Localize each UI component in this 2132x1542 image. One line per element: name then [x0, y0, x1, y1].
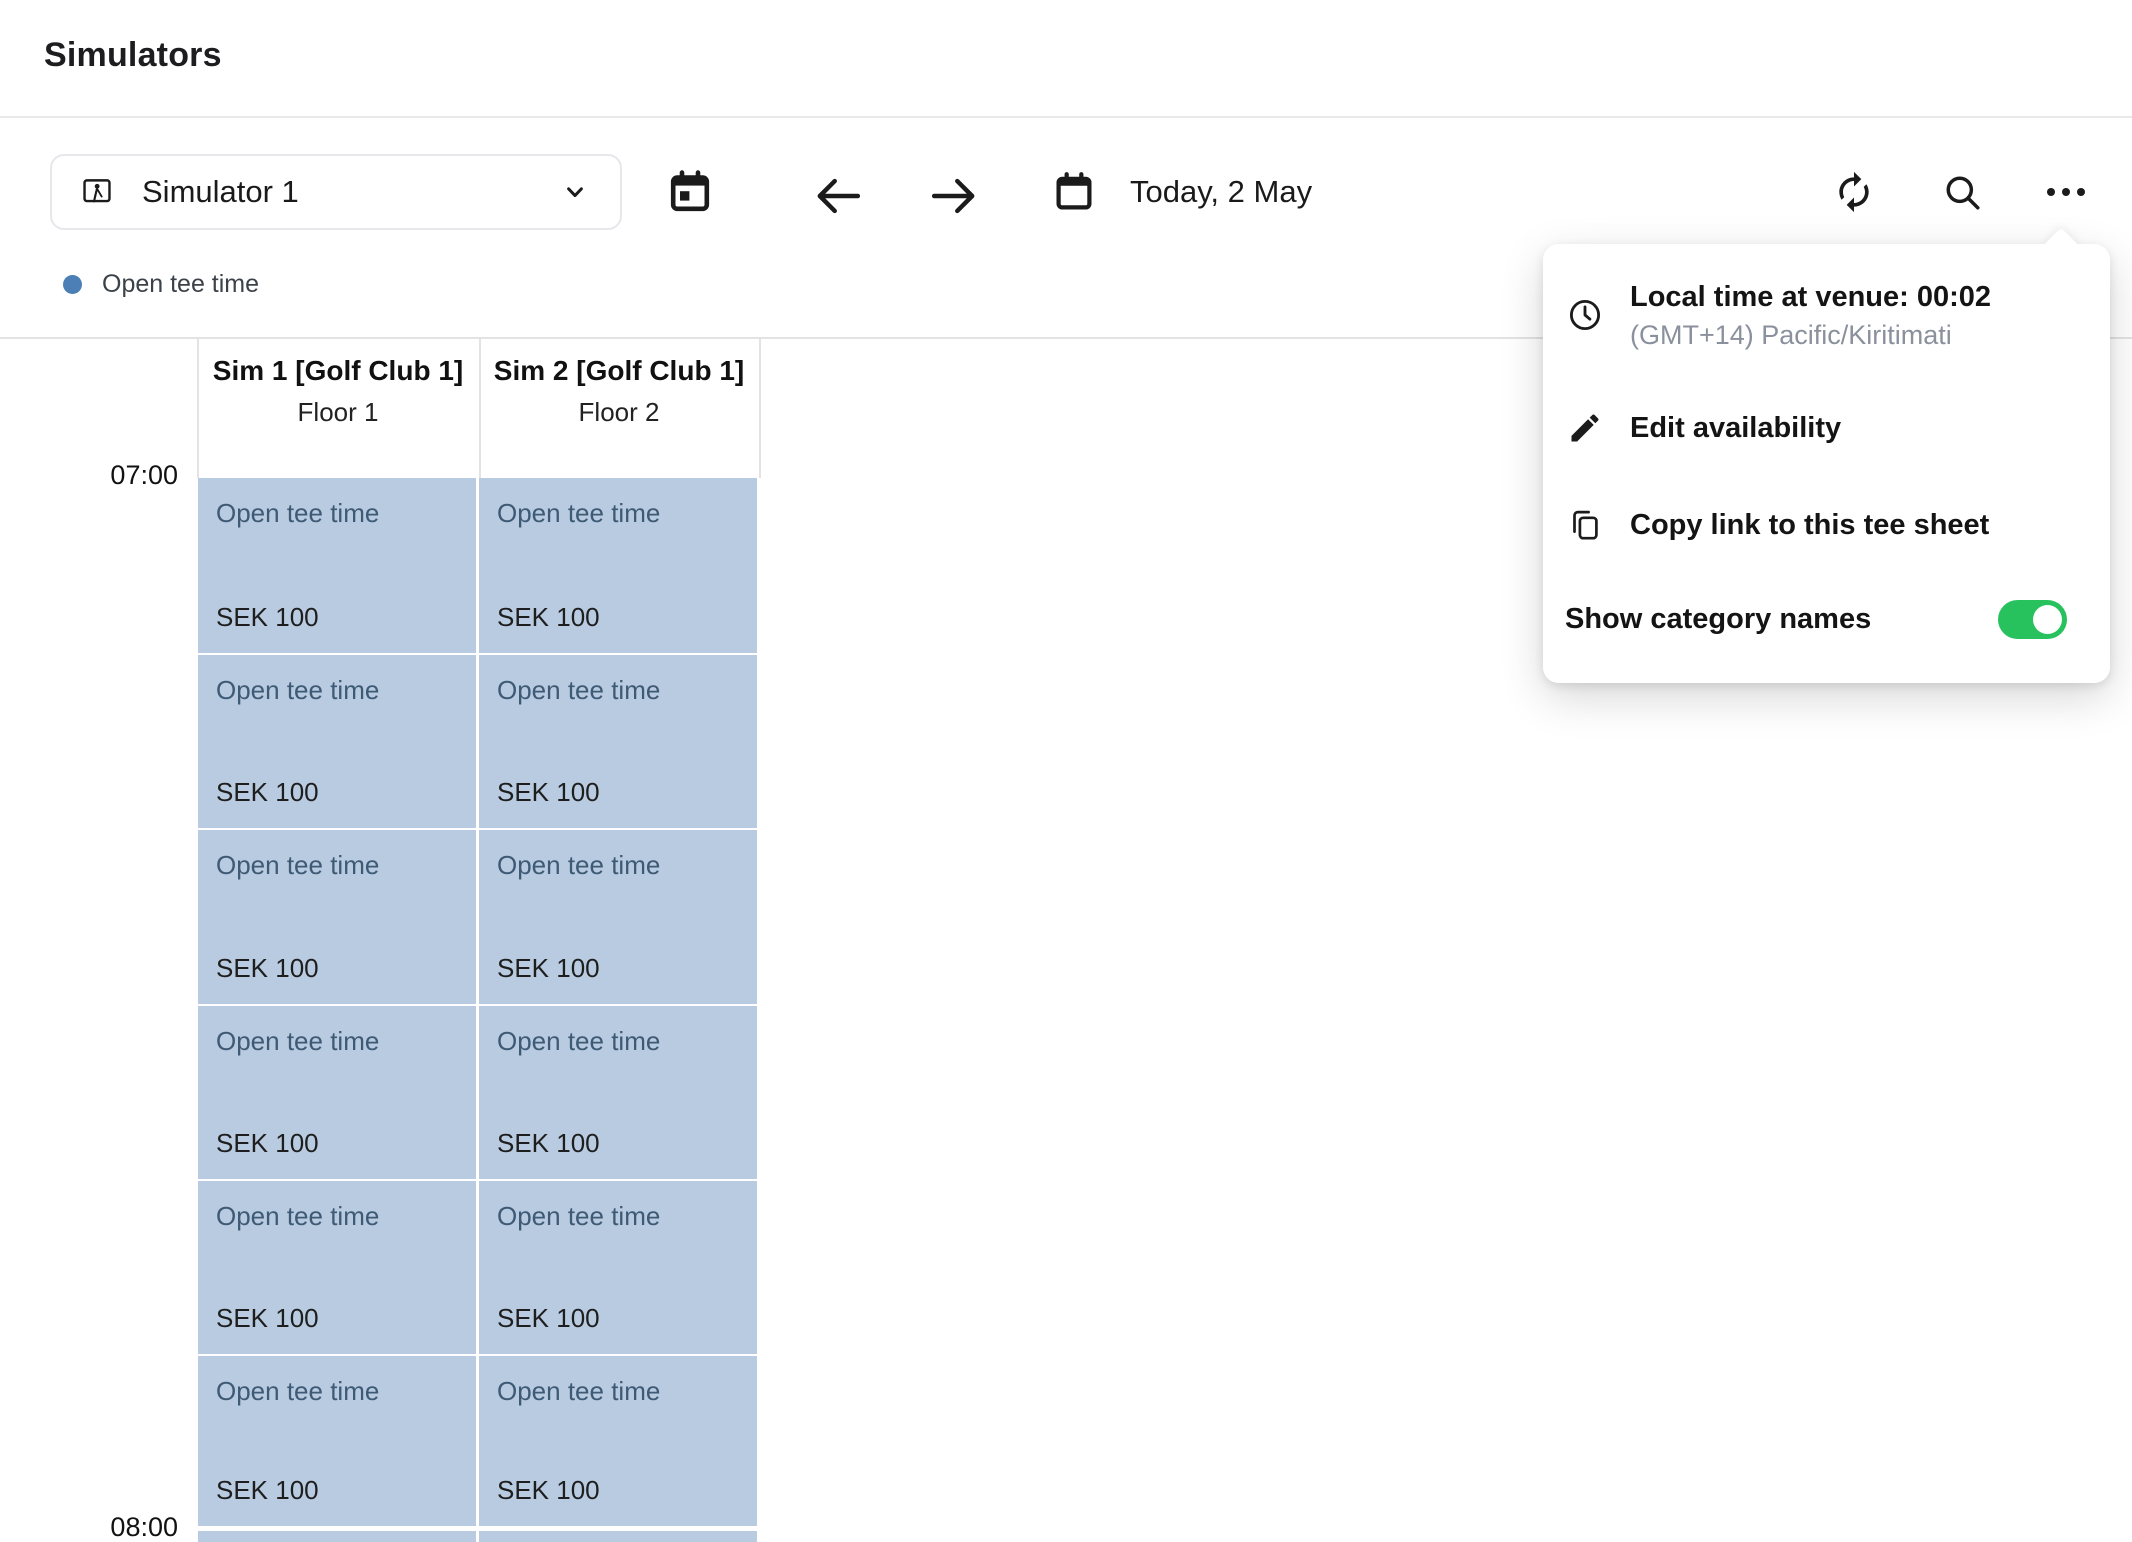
menu-item-copy-link[interactable]: Copy link to this tee sheet	[1565, 503, 2088, 547]
copy-icon	[1565, 507, 1605, 543]
column-title: Sim 2 [Golf Club 1]	[481, 349, 757, 392]
column-header-sim1: Sim 1 [Golf Club 1] Floor 1	[198, 339, 478, 478]
toolbar: Simulator 1	[0, 120, 2132, 248]
tee-time-slot[interactable]: Open tee timeSEK 100	[198, 1531, 476, 1542]
refresh-button[interactable]	[1832, 170, 1876, 214]
golf-simulator-icon	[80, 175, 114, 209]
tee-time-slot[interactable]: Open tee time SEK 100	[479, 1181, 757, 1354]
slot-price: SEK 100	[497, 1303, 600, 1334]
copy-link-label: Copy link to this tee sheet	[1630, 509, 1989, 542]
slot-label: Open tee time	[497, 498, 660, 529]
more-options-button[interactable]	[2042, 170, 2090, 214]
app-window: Simulators Simulator 1	[0, 0, 2132, 1542]
simulator-select[interactable]: Simulator 1	[50, 154, 622, 230]
time-label-0800: 08:00	[0, 1512, 178, 1542]
previous-day-button[interactable]	[810, 168, 866, 224]
time-label-0700: 07:00	[0, 460, 178, 491]
slot-label: Open tee time	[216, 498, 379, 529]
search-button[interactable]	[1940, 170, 1984, 214]
slot-price: SEK 100	[497, 1475, 600, 1506]
column-subtitle: Floor 2	[481, 394, 757, 430]
date-label: Today, 2 May	[1130, 174, 1312, 210]
chevron-down-icon	[558, 175, 592, 209]
slot-price: SEK 100	[497, 953, 600, 984]
tee-time-slot[interactable]: Open tee time SEK 100	[198, 655, 476, 828]
tee-time-slot[interactable]: Open tee time SEK 100	[198, 1006, 476, 1179]
tee-time-slot[interactable]: Open tee time SEK 100	[198, 830, 476, 1004]
show-category-names-label: Show category names	[1565, 603, 1871, 636]
show-category-names-toggle[interactable]	[1998, 600, 2067, 639]
legend-label: Open tee time	[102, 270, 259, 299]
date-picker[interactable]: Today, 2 May	[1052, 154, 1312, 230]
slot-price: SEK 100	[497, 777, 600, 808]
slot-label: Open tee time	[216, 1376, 379, 1407]
more-options-menu: Local time at venue: 00:02 (GMT+14) Paci…	[1543, 244, 2110, 683]
local-time-timezone: (GMT+14) Pacific/Kiritimati	[1630, 318, 1991, 352]
tee-time-slot[interactable]: Open tee time SEK 100	[479, 655, 757, 828]
next-day-button[interactable]	[926, 168, 982, 224]
refresh-icon	[1832, 170, 1876, 214]
slot-label: Open tee time	[497, 1201, 660, 1232]
tee-time-slot[interactable]: Open tee time SEK 100	[198, 1181, 476, 1354]
open-tee-time-dot	[63, 275, 82, 294]
local-time-title: Local time at venue: 00:02	[1630, 278, 1991, 316]
calendar-today-icon	[666, 168, 714, 216]
arrow-right-icon	[926, 168, 982, 224]
slot-price: SEK 100	[216, 602, 319, 633]
tee-time-slot[interactable]: Open tee time SEK 100	[479, 478, 757, 653]
column-title: Sim 1 [Golf Club 1]	[198, 349, 478, 392]
tee-time-slot[interactable]: Open tee time SEK 100	[479, 830, 757, 1004]
tee-time-slot[interactable]: Open tee timeSEK 100	[479, 1531, 757, 1542]
arrow-left-icon	[810, 168, 866, 224]
edit-availability-label: Edit availability	[1630, 412, 1841, 445]
slot-label: Open tee time	[497, 1376, 660, 1407]
page-title: Simulators	[44, 36, 222, 75]
slot-price: SEK 100	[216, 1128, 319, 1159]
toggle-knob	[2033, 605, 2062, 634]
slot-price: SEK 100	[216, 1303, 319, 1334]
column-subtitle: Floor 1	[198, 394, 478, 430]
slot-label: Open tee time	[216, 675, 379, 706]
tee-time-slot[interactable]: Open tee time SEK 100	[479, 1356, 757, 1526]
slot-label: Open tee time	[216, 1201, 379, 1232]
clock-icon	[1565, 296, 1605, 334]
legend: Open tee time	[63, 270, 259, 299]
calendar-icon	[1052, 170, 1096, 214]
column-header-sim2: Sim 2 [Golf Club 1] Floor 2	[481, 339, 757, 478]
simulator-select-value: Simulator 1	[142, 174, 530, 210]
slot-label: Open tee time	[497, 675, 660, 706]
menu-item-local-time: Local time at venue: 00:02 (GMT+14) Paci…	[1565, 278, 2088, 352]
search-icon	[1940, 170, 1984, 214]
menu-item-edit-availability[interactable]: Edit availability	[1565, 406, 2088, 450]
show-category-names-row: Show category names	[1565, 596, 2067, 642]
tee-time-slot[interactable]: Open tee time SEK 100	[198, 478, 476, 653]
tee-time-slot[interactable]: Open tee time SEK 100	[479, 1006, 757, 1179]
slot-price: SEK 100	[216, 953, 319, 984]
slot-price: SEK 100	[497, 602, 600, 633]
slot-price: SEK 100	[497, 1128, 600, 1159]
slot-label: Open tee time	[497, 1026, 660, 1057]
slot-label: Open tee time	[216, 1026, 379, 1057]
pencil-icon	[1565, 410, 1605, 446]
title-bar: Simulators	[0, 0, 2132, 118]
more-options-icon	[2042, 170, 2090, 214]
jump-to-today-button[interactable]	[666, 168, 714, 216]
slot-price: SEK 100	[216, 1475, 319, 1506]
slot-label: Open tee time	[216, 850, 379, 881]
grid-header-divider	[759, 337, 761, 478]
slot-label: Open tee time	[497, 850, 660, 881]
slot-price: SEK 100	[216, 777, 319, 808]
tee-time-slot[interactable]: Open tee time SEK 100	[198, 1356, 476, 1526]
